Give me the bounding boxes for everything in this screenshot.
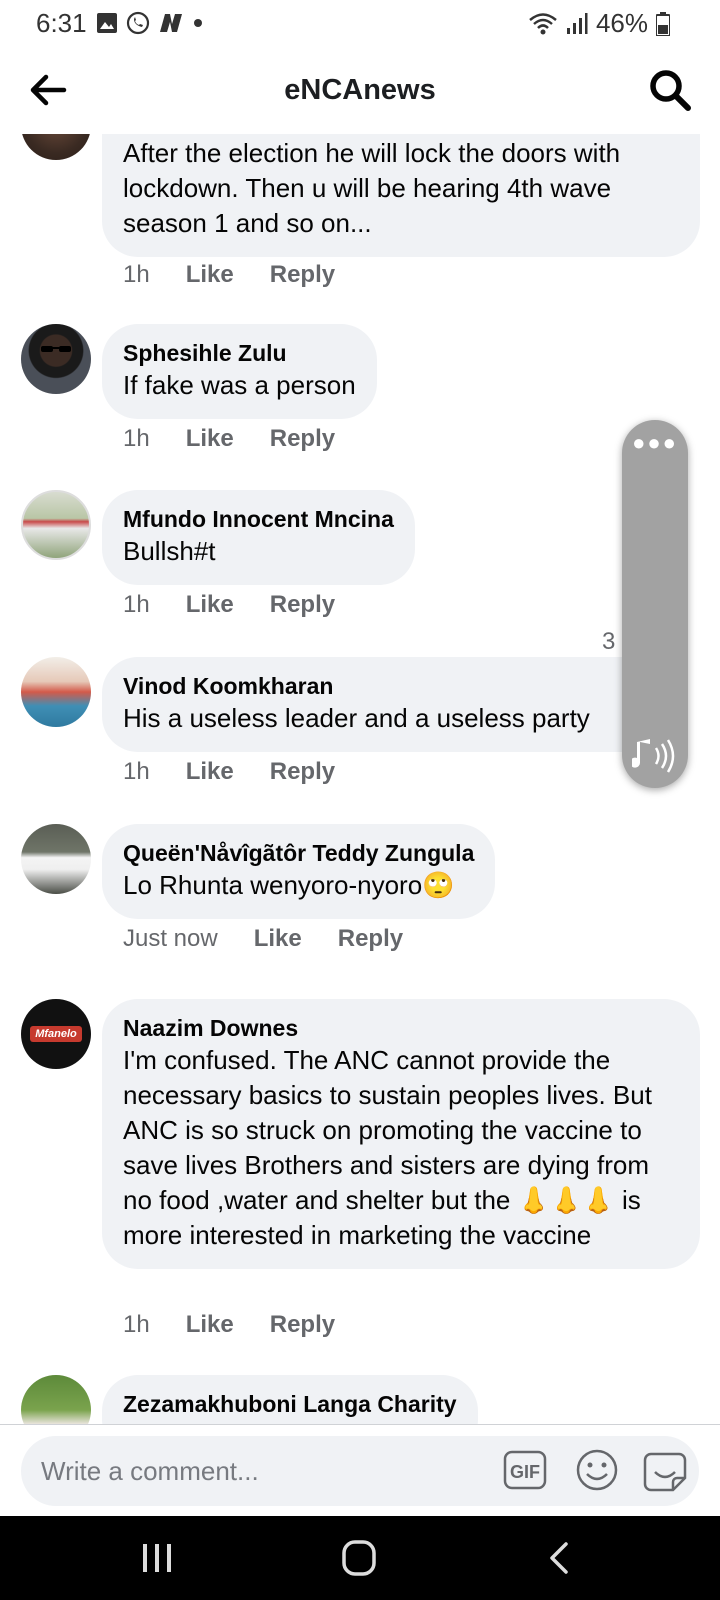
battery-icon — [656, 11, 670, 36]
like-button[interactable]: Like — [186, 591, 234, 619]
status-bar: 6:31 46% — [0, 0, 720, 46]
search-icon — [650, 70, 691, 111]
svg-text:GIF: GIF — [510, 1462, 540, 1482]
comment-author[interactable]: Zezamakhuboni Langa Charity — [123, 1389, 457, 1419]
reply-button[interactable]: Reply — [270, 261, 335, 289]
comment-bubble[interactable]: Zezamakhuboni Langa Charity — [102, 1375, 478, 1424]
reply-button[interactable]: Reply — [270, 425, 335, 453]
comment-time: Just now — [123, 925, 218, 952]
app-bar: eNCAnews — [0, 46, 720, 134]
wifi-icon — [529, 12, 557, 34]
avatar[interactable] — [21, 490, 91, 560]
sound-icon[interactable] — [632, 736, 678, 776]
comment-bubble[interactable]: Sphesihle Zulu If fake was a person — [102, 324, 377, 419]
sticker-icon[interactable] — [643, 1448, 687, 1492]
back-nav-icon[interactable] — [540, 1538, 584, 1578]
page-title: eNCAnews — [284, 74, 436, 106]
avatar-logo: Mfanelo — [30, 1026, 82, 1042]
comment-author[interactable]: Naazim Downes — [123, 1013, 679, 1043]
comment-time: 1h — [123, 591, 150, 618]
like-button[interactable]: Like — [186, 425, 234, 453]
comment-text: Lo Rhunta wenyoro-nyoro🙄 — [123, 870, 455, 900]
floating-sound-widget[interactable]: ●●● — [622, 420, 688, 788]
n-icon — [160, 14, 182, 32]
comment-text: Bullsh#t — [123, 536, 216, 566]
divider — [0, 1424, 720, 1425]
comment-composer: GIF — [21, 1436, 699, 1506]
comment-author[interactable]: Mfundo Innocent Mncina — [123, 504, 394, 534]
avatar[interactable] — [21, 134, 91, 160]
comment-time: 1h — [123, 425, 150, 452]
like-button[interactable]: Like — [186, 758, 234, 786]
comment-actions: 1h Like Reply — [123, 261, 371, 289]
comment-author[interactable]: Vinod Koomkharan — [123, 671, 601, 701]
home-icon[interactable] — [338, 1538, 382, 1578]
gallery-icon — [97, 13, 117, 33]
comment-time: 1h — [123, 758, 150, 785]
comment-bubble[interactable]: After the election he will lock the door… — [102, 134, 700, 257]
system-icons: 46% — [528, 8, 670, 39]
like-button[interactable]: Like — [186, 261, 234, 289]
emoji-icon[interactable] — [575, 1448, 619, 1492]
like-button[interactable]: Like — [186, 1311, 234, 1339]
dot-icon — [194, 19, 202, 27]
comment-actions: 1h Like Reply — [123, 591, 371, 619]
avatar[interactable] — [21, 824, 91, 894]
comment-input[interactable] — [41, 1436, 481, 1506]
comment-time: 1h — [123, 261, 150, 288]
status-time: 6:31 — [36, 8, 87, 38]
signal-icon — [566, 12, 588, 34]
whatsapp-icon — [126, 11, 150, 35]
comment-author[interactable]: Sphesihle Zulu — [123, 338, 356, 368]
comment-actions: 1h Like Reply — [123, 1311, 371, 1339]
comment-actions: 1h Like Reply — [123, 425, 371, 453]
comment-actions: 1h Like Reply — [123, 758, 371, 786]
battery-percent: 46% — [595, 8, 648, 38]
gif-icon[interactable]: GIF — [503, 1450, 547, 1490]
comment-bubble[interactable]: Mfundo Innocent Mncina Bullsh#t — [102, 490, 415, 585]
comment-text: I'm confused. The ANC cannot provide the… — [123, 1045, 652, 1250]
comments-list[interactable]: After the election he will lock the door… — [0, 134, 720, 1424]
comment-bubble[interactable]: Vinod Koomkharan His a useless leader an… — [102, 657, 622, 752]
reply-button[interactable]: Reply — [270, 1311, 335, 1339]
comment-text: If fake was a person — [123, 370, 356, 400]
reply-button[interactable]: Reply — [270, 758, 335, 786]
reaction-count[interactable]: 3 — [602, 628, 615, 656]
reply-button[interactable]: Reply — [338, 925, 403, 953]
notification-icons — [96, 11, 204, 35]
comment-text: His a useless leader and a useless party — [123, 703, 590, 733]
reply-button[interactable]: Reply — [270, 591, 335, 619]
comment-bubble[interactable]: Queën'Nåvîgãtôr Teddy Zungula Lo Rhunta … — [102, 824, 496, 919]
comment-text: After the election he will lock the door… — [123, 138, 621, 238]
avatar[interactable] — [21, 1375, 91, 1424]
avatar[interactable] — [21, 657, 91, 727]
recent-apps-icon[interactable] — [136, 1538, 180, 1578]
sunglasses-icon — [41, 346, 71, 352]
comment-bubble[interactable]: Naazim Downes I'm confused. The ANC cann… — [102, 999, 700, 1269]
more-icon[interactable]: ●●● — [622, 432, 688, 454]
like-button[interactable]: Like — [254, 925, 302, 953]
system-nav-bar — [0, 1516, 720, 1600]
comment-time: 1h — [123, 1311, 150, 1338]
avatar[interactable] — [21, 324, 91, 394]
comment-actions: Just now Like Reply — [123, 925, 439, 953]
avatar[interactable]: Mfanelo — [21, 999, 91, 1069]
search-button[interactable] — [646, 66, 694, 114]
comment-author[interactable]: Queën'Nåvîgãtôr Teddy Zungula — [123, 838, 474, 868]
